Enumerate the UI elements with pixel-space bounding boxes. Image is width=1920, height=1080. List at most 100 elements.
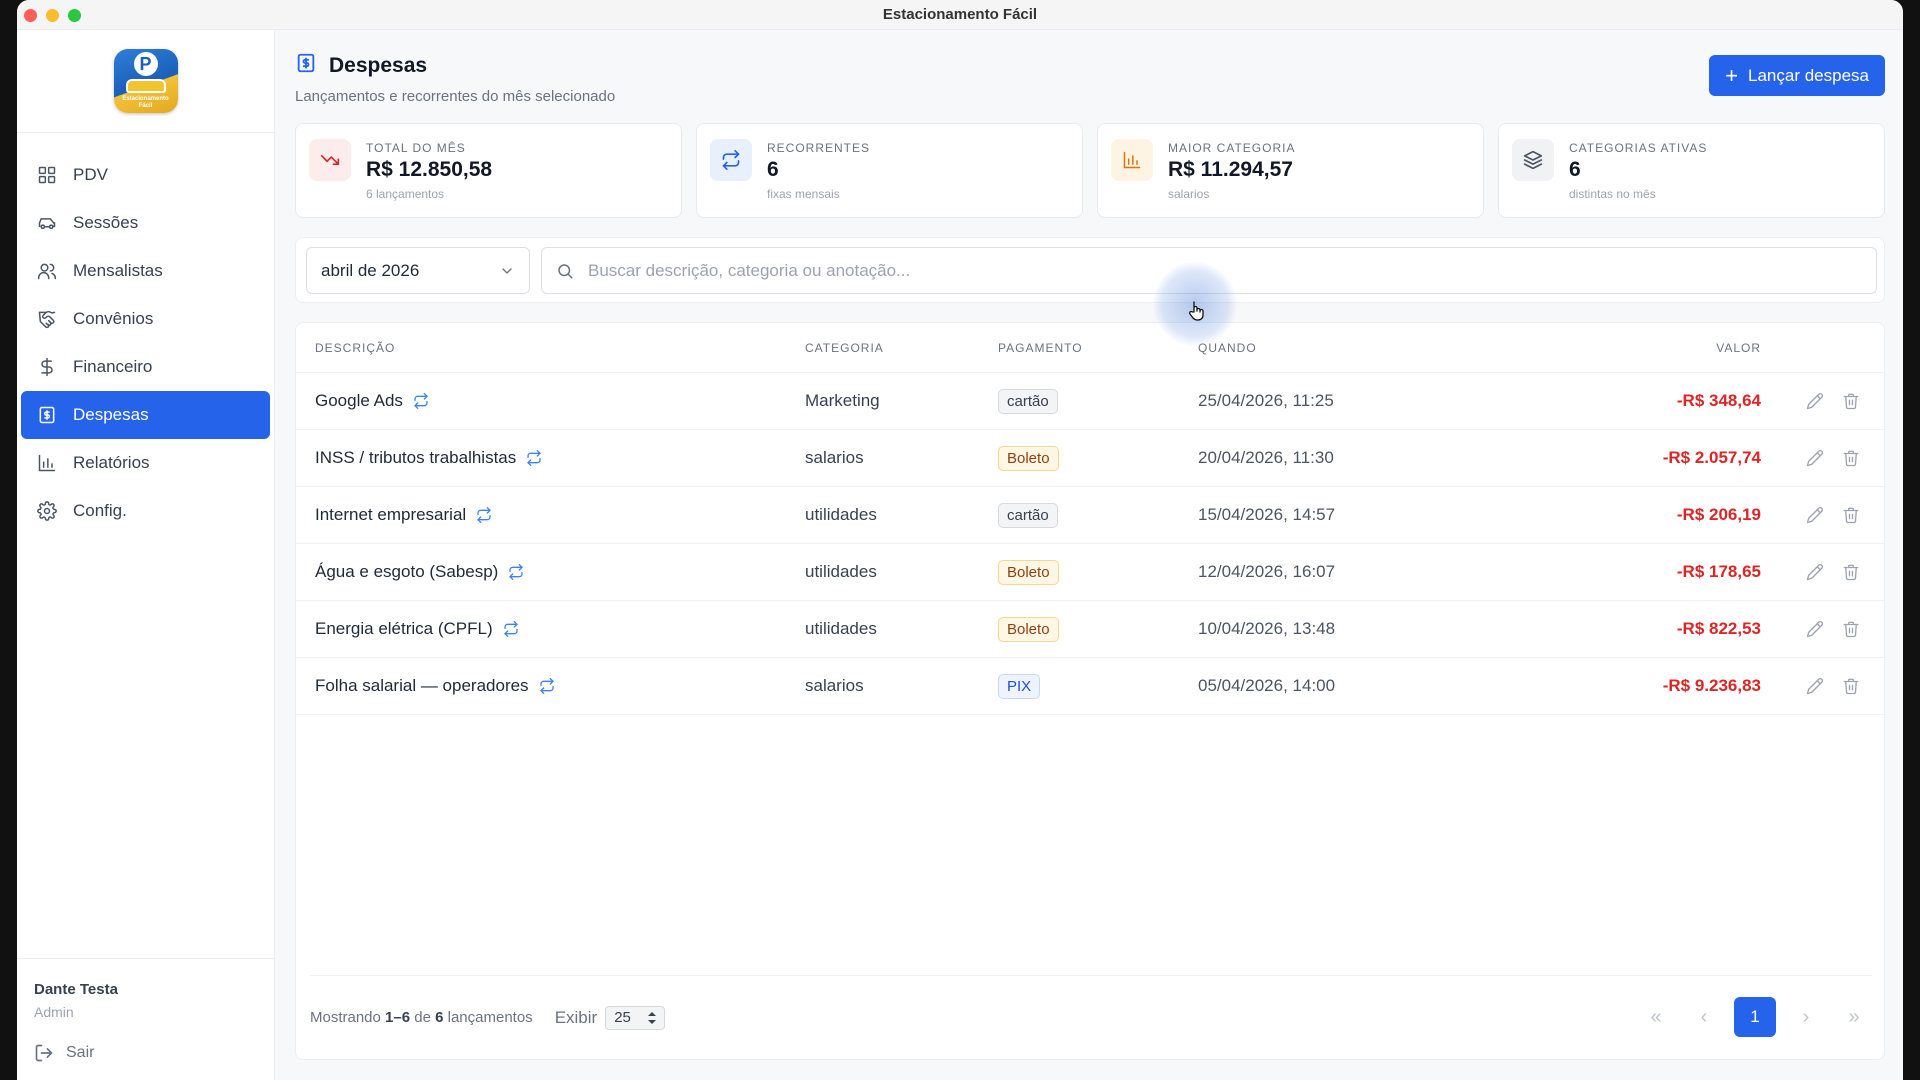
sidebar-item-config[interactable]: Config. (21, 487, 270, 535)
row-description: Folha salarial — operadores (315, 676, 529, 695)
column-header-value[interactable]: VALOR (1518, 341, 1761, 355)
repeat-icon (526, 450, 542, 466)
sidebar: P Estacionamento Fácil PDV Sessões Mensali… (17, 30, 275, 1080)
payment-badge: Boleto (998, 445, 1059, 471)
close-window-button[interactable] (24, 9, 37, 22)
gear-icon (36, 500, 58, 522)
sidebar-item-convenios[interactable]: Convênios (21, 295, 270, 343)
trash-icon[interactable] (1842, 449, 1860, 467)
row-value: -R$ 348,64 (1676, 391, 1761, 410)
table-row[interactable]: Folha salarial — operadores salarios PIX 05… (296, 658, 1884, 715)
layers-icon (1512, 139, 1554, 181)
search-icon (558, 263, 573, 278)
per-page-label: Exibir (554, 1007, 598, 1027)
stat-foot: salarios (1168, 187, 1210, 201)
repeat-icon (710, 139, 752, 181)
payment-badge: Boleto (998, 616, 1059, 642)
prev-page-icon[interactable]: ‹ (1686, 997, 1722, 1037)
row-date: 12/04/2026, 16:07 (1198, 562, 1336, 581)
repeat-icon (508, 564, 524, 580)
stat-card: RECORRENTES 6 fixas mensais (696, 123, 1083, 218)
row-date: 15/04/2026, 14:57 (1198, 505, 1336, 524)
repeat-icon (503, 621, 519, 637)
user-block: Dante Testa Admin Sair (17, 958, 274, 1080)
sidebar-item-relatorios[interactable]: Relatórios (21, 439, 270, 487)
stat-foot: distintas no mês (1569, 187, 1656, 201)
row-category: utilidades (805, 505, 877, 524)
column-header-category[interactable]: CATEGORIA (805, 341, 998, 355)
grid-icon (36, 164, 58, 186)
filters-bar: abril de 2026 (295, 237, 1885, 303)
last-page-icon[interactable]: » (1836, 997, 1872, 1037)
app-logo[interactable]: P Estacionamento Fácil (113, 49, 178, 113)
user-role: Admin (34, 1004, 74, 1020)
row-value: -R$ 9.236,83 (1662, 676, 1761, 695)
column-header-when[interactable]: QUANDO (1198, 341, 1518, 355)
row-category: utilidades (805, 619, 877, 638)
payment-badge: Boleto (998, 559, 1059, 585)
current-page-button[interactable]: 1 (1734, 997, 1776, 1037)
edit-icon[interactable] (1806, 449, 1824, 467)
table-row[interactable]: Energia elétrica (CPFL) utilidades Boleto 1… (296, 601, 1884, 658)
stat-card: TOTAL DO MÊS R$ 12.850,58 6 lançamentos (295, 123, 682, 218)
trash-icon[interactable] (1842, 392, 1860, 410)
stat-value: 6 (767, 158, 779, 181)
edit-icon[interactable] (1806, 563, 1824, 581)
column-header-payment[interactable]: PAGAMENTO (998, 341, 1198, 355)
row-date: 10/04/2026, 13:48 (1198, 619, 1336, 638)
trash-icon[interactable] (1842, 563, 1860, 581)
add-expense-label: Lançar despesa (1748, 65, 1869, 85)
sidebar-item-mensalistas[interactable]: Mensalistas (21, 247, 270, 295)
per-page-select[interactable]: 25 (605, 1005, 666, 1030)
edit-icon[interactable] (1806, 506, 1824, 524)
next-page-icon[interactable]: › (1788, 997, 1824, 1037)
stat-label: RECORRENTES (767, 141, 871, 155)
pagination-summary: Mostrando 1–6 de 6 lançamentos (310, 1009, 533, 1026)
trash-icon[interactable] (1842, 620, 1860, 638)
row-category: Marketing (805, 391, 880, 410)
row-description: Internet empresarial (315, 505, 467, 524)
sidebar-item-pdv[interactable]: PDV (21, 151, 270, 199)
edit-icon[interactable] (1806, 620, 1824, 638)
title-bar: Estacionamento Fácil (17, 0, 1903, 30)
row-date: 05/04/2026, 14:00 (1198, 676, 1336, 695)
bar-chart-icon (1111, 139, 1153, 181)
row-description: INSS / tributos trabalhistas (315, 448, 517, 467)
sidebar-item-label: PDV (73, 165, 108, 184)
pagination: « ‹ 1 › » (1638, 997, 1872, 1037)
edit-icon[interactable] (1806, 677, 1824, 695)
column-header-description[interactable]: DESCRIÇÃO (296, 341, 805, 355)
trash-icon[interactable] (1842, 506, 1860, 524)
month-select[interactable]: abril de 2026 (306, 247, 530, 294)
row-category: salarios (805, 676, 864, 695)
logout-button[interactable]: Sair (34, 1043, 274, 1063)
sidebar-item-sessoes[interactable]: Sessões (21, 199, 270, 247)
stat-value: 6 (1569, 158, 1581, 181)
sidebar-item-label: Relatórios (73, 453, 150, 472)
edit-icon[interactable] (1806, 392, 1824, 410)
table-row[interactable]: Google Ads Marketing cartão 25/04/2026, 11:… (296, 373, 1884, 430)
row-description: Água e esgoto (Sabesp) (315, 562, 499, 581)
sidebar-item-label: Config. (73, 501, 127, 520)
table-footer: Mostrando 1–6 de 6 lançamentos Exibir 25… (310, 975, 1872, 1059)
stat-label: MAIOR CATEGORIA (1168, 141, 1296, 155)
sidebar-item-despesas[interactable]: Despesas (21, 391, 270, 439)
window-title: Estacionamento Fácil (882, 6, 1038, 23)
main-content: Despesas Lançamentos e recorrentes do mê… (275, 30, 1903, 1080)
trash-icon[interactable] (1842, 677, 1860, 695)
row-category: salarios (805, 448, 864, 467)
handshake-icon (36, 308, 58, 330)
sidebar-item-financeiro[interactable]: Financeiro (21, 343, 270, 391)
first-page-icon[interactable]: « (1638, 997, 1674, 1037)
repeat-icon (539, 678, 555, 694)
add-expense-button[interactable]: + Lançar despesa (1709, 55, 1885, 96)
sidebar-item-label: Despesas (73, 405, 149, 424)
table-row[interactable]: INSS / tributos trabalhistas salarios Bole… (296, 430, 1884, 487)
maximize-window-button[interactable] (68, 9, 81, 22)
stat-value: R$ 12.850,58 (366, 158, 493, 181)
sidebar-item-label: Sessões (73, 213, 139, 232)
minimize-window-button[interactable] (46, 9, 59, 22)
table-row[interactable]: Água e esgoto (Sabesp) utilidades Boleto 12… (296, 544, 1884, 601)
stat-foot: fixas mensais (767, 187, 840, 201)
table-row[interactable]: Internet empresarial utilidades cartão 15/0… (296, 487, 1884, 544)
